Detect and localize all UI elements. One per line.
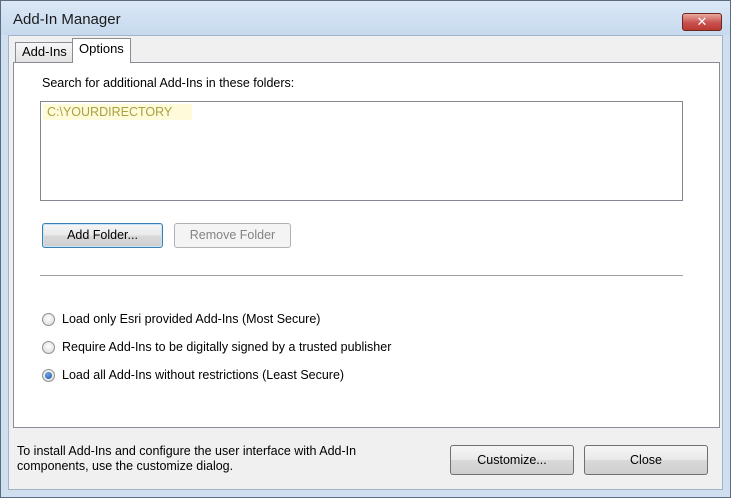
add-in-manager-window: Add-In Manager ✕ Add-Ins Options Search … — [0, 0, 731, 498]
customize-button[interactable]: Customize... — [450, 445, 574, 475]
remove-folder-button[interactable]: Remove Folder — [174, 223, 291, 248]
radio-button-unchecked[interactable] — [42, 313, 55, 326]
footer-text-line-2: components, use the customize dialog. — [17, 459, 234, 473]
dialog-client-area: Add-Ins Options Search for additional Ad… — [8, 35, 723, 490]
search-folders-label: Search for additional Add-Ins in these f… — [42, 76, 295, 90]
window-close-button[interactable]: ✕ — [682, 13, 722, 31]
radio-label[interactable]: Require Add-Ins to be digitally signed b… — [62, 340, 391, 354]
radio-label[interactable]: Load all Add-Ins without restrictions (L… — [62, 368, 344, 382]
folder-list-item[interactable]: C:\YOURDIRECTORY — [43, 104, 192, 120]
close-icon: ✕ — [696, 14, 708, 29]
radio-label[interactable]: Load only Esri provided Add-Ins (Most Se… — [62, 312, 320, 326]
tab-options[interactable]: Options — [72, 38, 131, 63]
add-folder-button[interactable]: Add Folder... — [42, 223, 163, 248]
folder-list[interactable]: C:\YOURDIRECTORY — [40, 101, 683, 201]
window-title: Add-In Manager — [13, 11, 121, 28]
radio-button-unchecked[interactable] — [42, 341, 55, 354]
footer-instructions: To install Add-Ins and configure the use… — [17, 444, 437, 474]
tab-add-ins[interactable]: Add-Ins — [15, 42, 74, 62]
footer-text-line-1: To install Add-Ins and configure the use… — [17, 444, 357, 458]
title-bar[interactable]: Add-In Manager ✕ — [1, 1, 730, 35]
separator — [40, 275, 683, 277]
close-button[interactable]: Close — [584, 445, 708, 475]
radio-button-checked[interactable] — [42, 369, 55, 382]
options-panel: Search for additional Add-Ins in these f… — [13, 62, 720, 428]
